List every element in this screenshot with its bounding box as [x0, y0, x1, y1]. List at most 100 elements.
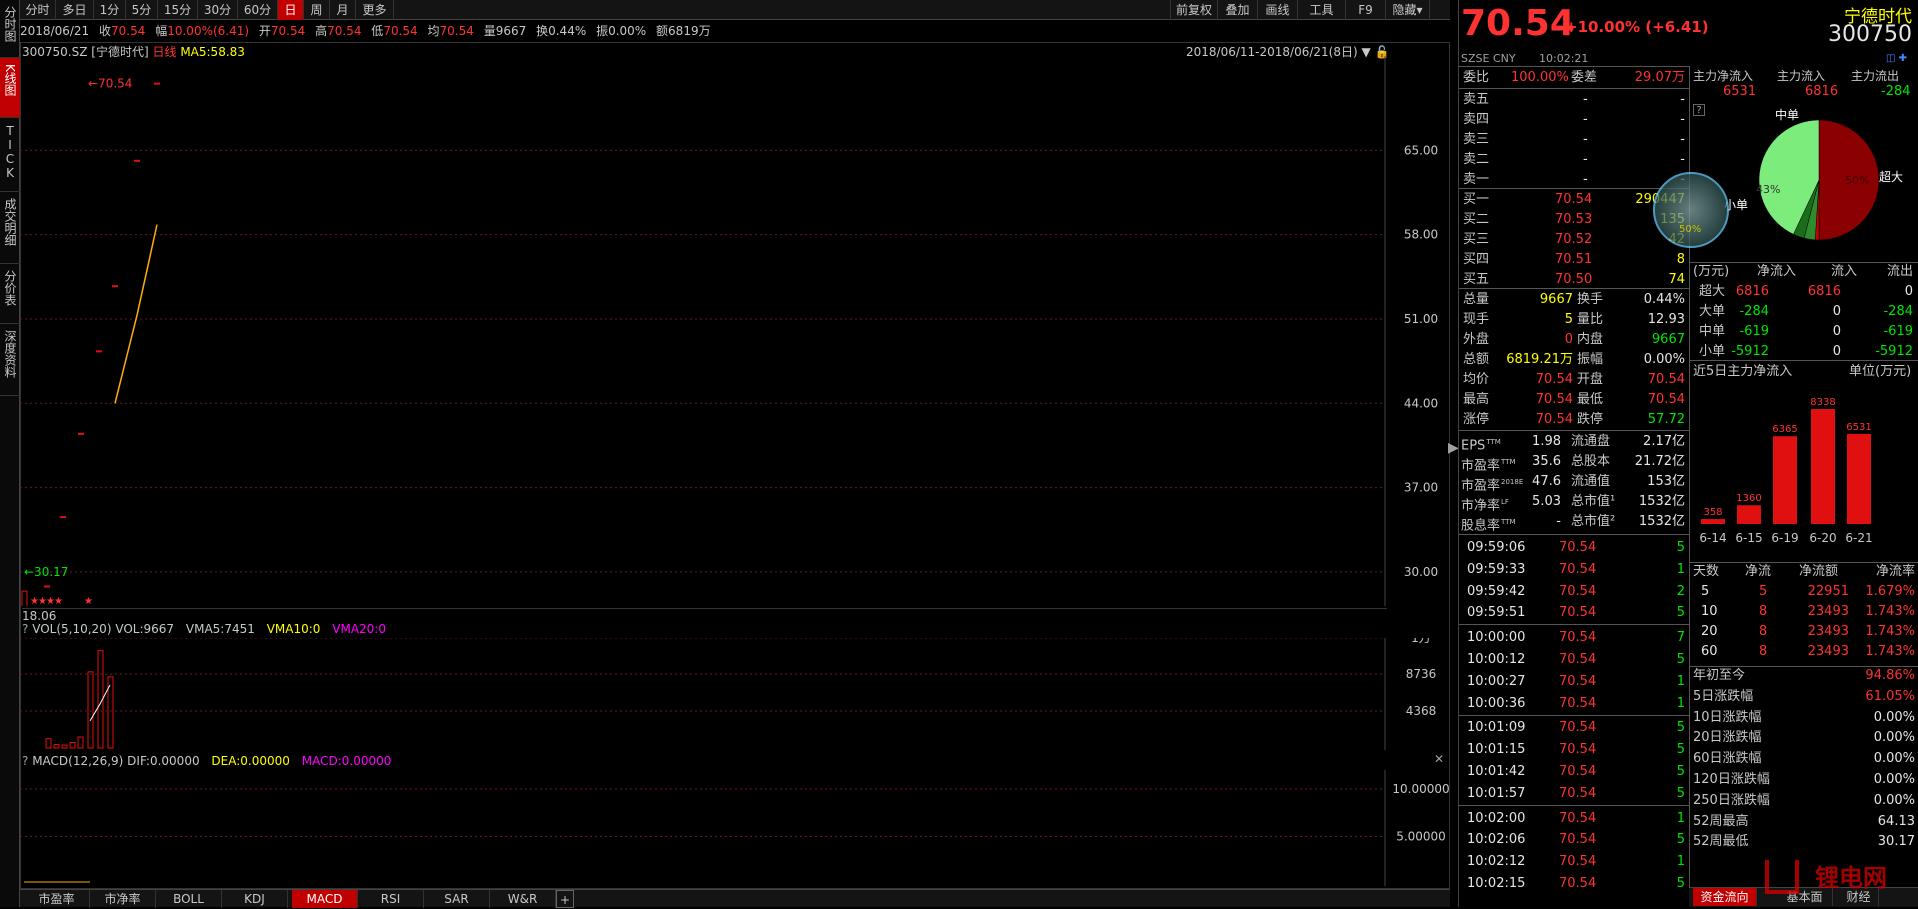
y-tick-label: 58.00 — [1404, 228, 1438, 242]
window-icon[interactable]: ◫ ✚ — [1886, 53, 1907, 64]
stat-label: 涨停 — [1463, 412, 1490, 427]
sell-level-price: - — [1583, 92, 1588, 107]
fund-label-sup: TTM — [1486, 438, 1501, 446]
tab-tick[interactable]: TICK — [0, 118, 20, 192]
high-mark: ←70.54 — [88, 77, 132, 91]
tab-label: K线图 — [3, 64, 17, 96]
stat-label: 跌停 — [1577, 412, 1604, 427]
date-axis-label: 18.06 — [22, 608, 1387, 623]
period-60min[interactable]: 60分 — [238, 0, 278, 20]
tab-kdj[interactable]: KDJ — [222, 890, 288, 908]
tick-time: 10:02:06 — [1467, 832, 1526, 848]
close-icon[interactable]: ✕ — [1434, 752, 1444, 766]
period-net: 8 — [1759, 604, 1768, 619]
five-day-category: 6-14 — [1699, 531, 1726, 545]
info-vol: 9667 — [495, 24, 527, 38]
tick-price: 70.54 — [1559, 605, 1597, 621]
info-amount-label: 额 — [656, 24, 669, 38]
macd-header: ? MACD(12,26,9) DIF:0.00000 DEA:0.00000 … — [22, 754, 391, 768]
fund-value: 2.17亿 — [1643, 434, 1685, 449]
flow-in-value: 6816 — [1805, 84, 1839, 99]
info-amp: 0.00% — [608, 24, 647, 38]
star-mark: ★ — [54, 596, 63, 606]
five-day-category: 6-21 — [1845, 531, 1872, 545]
period-fenshi[interactable]: 分时 — [20, 0, 56, 20]
f9-button[interactable]: F9 — [1346, 0, 1386, 20]
five-day-category: 6-15 — [1735, 531, 1762, 545]
help-icon[interactable]: ? — [22, 754, 28, 768]
tab-sar[interactable]: SAR — [424, 890, 490, 908]
period-5min[interactable]: 5分 — [126, 0, 158, 20]
five-day-title: 近5日主力净流入 — [1693, 364, 1793, 379]
vol-header: ? VOL(5,10,20) VOL:9667 VMA5:7451 VMA10:… — [22, 622, 386, 636]
period-day[interactable]: 日 — [278, 0, 304, 20]
tab-deep-data[interactable]: 深度资料 — [0, 324, 20, 396]
tick-volume: 1 — [1676, 695, 1685, 711]
flow-table-net: -619 — [1739, 324, 1769, 339]
tab-fenshi[interactable]: 分时图 — [0, 0, 20, 58]
info-change: 10.00%(6.41) — [167, 24, 250, 38]
period-month[interactable]: 月 — [330, 0, 356, 20]
fund-value: 153亿 — [1647, 474, 1685, 489]
y-tick-label: 4368 — [1406, 704, 1437, 718]
period-more[interactable]: 更多 — [356, 0, 394, 20]
stat-value: 70.54 — [1535, 412, 1573, 427]
chevron-down-icon: ▾ — [1416, 3, 1423, 17]
tick-volume: 5 — [1676, 764, 1685, 779]
period-rate: 1.743% — [1865, 604, 1915, 619]
overlay-button[interactable]: 叠加 — [1218, 0, 1258, 20]
stat-value: 12.93 — [1647, 312, 1685, 327]
period-net: 8 — [1759, 624, 1768, 639]
fund-value: 21.72亿 — [1634, 454, 1685, 469]
stat-value: 70.54 — [1647, 372, 1685, 387]
period-week[interactable]: 周 — [304, 0, 330, 20]
draw-line-button[interactable]: 画线 — [1258, 0, 1298, 20]
stat-label: 总量 — [1463, 292, 1490, 307]
info-high: 70.54 — [327, 24, 362, 38]
tab-wr[interactable]: W&R — [490, 890, 556, 908]
floating-ball-icon[interactable]: 50% — [1653, 172, 1729, 248]
y-tick-label: 37.00 — [1404, 481, 1438, 495]
period-30min[interactable]: 30分 — [198, 0, 238, 20]
buy-level-price: 70.52 — [1555, 232, 1593, 247]
tick-price: 70.54 — [1559, 561, 1597, 577]
performance-table: 年初至今 94.86% 5日涨跌幅 61.05% 10日涨跌幅 0.00% 20日涨跌幅 0.… — [1691, 666, 1918, 856]
add-tab-button[interactable]: + — [556, 890, 574, 908]
flow-table-header: (万元) — [1693, 264, 1730, 279]
sell-level-price: - — [1583, 132, 1588, 147]
period-15min[interactable]: 15分 — [158, 0, 198, 20]
macd-chart: 5.00000 10.00000 — [20, 770, 1450, 886]
tab-fund-flow[interactable]: 资金流向 — [1693, 888, 1757, 906]
tick-price: 70.54 — [1559, 540, 1597, 555]
adjust-button[interactable]: 前复权 — [1170, 0, 1218, 20]
tab-kline[interactable]: K线图 — [0, 58, 20, 118]
left-tab-bar: 分时图 K线图 TICK 成交明细 分价表 深度资料 — [0, 0, 20, 907]
period-rate: 1.679% — [1865, 584, 1915, 599]
tab-rsi[interactable]: RSI — [358, 890, 424, 908]
perf-label: 20日涨跌幅 — [1693, 730, 1762, 746]
tick-price: 70.54 — [1559, 785, 1597, 801]
tick-volume: 5 — [1676, 785, 1685, 801]
info-change-label: 幅 — [155, 24, 168, 38]
tick-time: 09:59:51 — [1467, 605, 1526, 621]
hide-button[interactable]: 隐藏▾ — [1386, 0, 1430, 20]
help-icon[interactable]: ? — [22, 622, 28, 636]
stat-value: 70.54 — [1535, 372, 1573, 387]
tab-pe[interactable]: 市盈率 — [24, 890, 90, 908]
buy-level-price: 70.50 — [1555, 272, 1593, 287]
tab-boll[interactable]: BOLL — [156, 890, 222, 908]
period-net: 5 — [1759, 584, 1768, 599]
flow-table-header: 流出 — [1886, 264, 1913, 279]
tab-price-table[interactable]: 分价表 — [0, 264, 20, 324]
tab-macd[interactable]: MACD — [292, 890, 358, 908]
tick-list[interactable]: 09:59:06 70.54 5 09:59:33 70.54 1 09:59:42 70.5… — [1459, 538, 1689, 891]
period-days: 10 — [1701, 604, 1718, 619]
period-multiday[interactable]: 多日 — [56, 0, 94, 20]
volume-bar — [45, 738, 52, 749]
tools-button[interactable]: 工具 — [1298, 0, 1346, 20]
fund-label: 股息率TTM — [1461, 518, 1516, 534]
period-1min[interactable]: 1分 — [94, 0, 126, 20]
perf-value: 94.86% — [1865, 668, 1915, 683]
tab-deal-detail[interactable]: 成交明细 — [0, 192, 20, 264]
tab-pb[interactable]: 市净率 — [90, 890, 156, 908]
